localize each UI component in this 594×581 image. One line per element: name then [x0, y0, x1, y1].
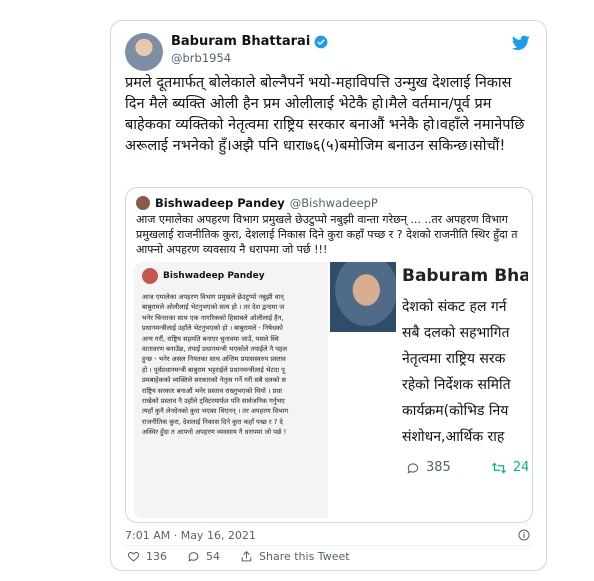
quoted-author-handle: @BishwadeepP	[289, 196, 378, 210]
image-left-line: प्रधानमन्त्रीलाई उहाँले भेटनुभएको हो । ब…	[142, 324, 283, 333]
tweet-timestamp[interactable]: 7:01 AM · May 16, 2021	[125, 529, 256, 542]
quoted-author-name: Bishwadeep Pandey	[155, 196, 285, 210]
divider	[125, 545, 532, 546]
reply-button[interactable]: 54	[187, 550, 220, 563]
image-left-line: अन्य गरौं, राष्ट्रिय सहमति बनाएर चुनावमा…	[142, 334, 279, 343]
image-left-line: त्यहाँ कुनै लेनदेनको कुरा भएका थिएनन् । …	[142, 407, 289, 416]
image-left-header: Bishwadeep Pandey	[142, 268, 265, 284]
verified-badge-icon	[314, 35, 328, 48]
like-count: 136	[146, 550, 167, 563]
quoted-avatar	[136, 196, 150, 210]
author-avatar[interactable]	[125, 33, 163, 71]
image-left-line: राजनीतिक कुरा, देशलाई निकास दिने कुरा कह…	[142, 417, 283, 426]
image-right-line: रहेको निर्देशक समिति	[402, 377, 511, 393]
reply-icon	[407, 462, 419, 474]
image-left-avatar	[142, 268, 158, 284]
quoted-header: Bishwadeep Pandey @BishwadeepP	[136, 196, 378, 210]
image-left-line: बाबुरामले ओलीलाई भेटनुभएको सत्य हो । तर …	[142, 303, 285, 312]
quoted-image-right[interactable]: Baburam Bhatta देशको संकट हल गर्न सबै दल…	[330, 262, 528, 518]
share-icon	[241, 551, 252, 562]
author-name-row: Baburam Bhattarai	[171, 33, 328, 50]
quoted-text: आज एमालेका अपहरण विभाग प्रमुखले छेउटुप्प…	[136, 213, 518, 256]
author-handle[interactable]: @brb1954	[171, 50, 328, 66]
image-left-line: राखेको प्रस्ताव नै उहाँले ट्विटरमार्फत प…	[142, 397, 285, 406]
author-name[interactable]: Baburam Bhattarai	[171, 33, 310, 50]
image-left-body: आज एमालेका अपहरण विभाग प्रमुखले छेउटुप्प…	[142, 292, 322, 438]
share-label: Share this Tweet	[259, 550, 350, 563]
author-block: Baburam Bhattarai @brb1954	[171, 33, 328, 66]
image-left-line: भनेर चिन्ताका साथ एक नागरिकको हिसाबले ओल…	[142, 313, 284, 322]
image-right-replies-count: 385	[426, 460, 451, 475]
tweet-text: प्रमले दूतमार्फत् बोलेकाले बोल्नैपर्ने भ…	[125, 75, 525, 154]
image-right-photo	[330, 262, 396, 332]
image-right-line: संशोधन,आर्थिक राह	[402, 429, 505, 445]
image-right-name: Baburam Bhatta	[402, 266, 528, 286]
image-right-retweets: 24	[491, 460, 528, 475]
twitter-bird-icon[interactable]	[512, 35, 530, 51]
image-left-name: Bishwadeep Pandey	[163, 271, 265, 281]
reply-count: 54	[206, 550, 220, 563]
quoted-tweet[interactable]: Bishwadeep Pandey @BishwadeepP आज एमालेक…	[125, 187, 533, 523]
image-left-line: हो । पूर्वप्रधानमन्त्री बाबुराम भट्टराईल…	[142, 365, 285, 374]
image-left-line: राष्ट्रिय सरकार बनाऔं भनेर प्रस्ताव राख्…	[142, 386, 282, 395]
reply-icon	[188, 552, 199, 562]
image-left-line: हुन्छ - भनेर असल नियतका साथ अन्तिम प्रया…	[142, 355, 286, 364]
image-right-line: नेतृत्वमा राष्ट्रिय सरक	[402, 351, 506, 367]
image-right-body: देशको संकट हल गर्न सबै दलको सहभागित नेतृ…	[402, 294, 528, 450]
image-left-line: आज एमालेका अपहरण विभाग प्रमुखले छेउटुप्प…	[142, 293, 284, 301]
quoted-image-left[interactable]: Bishwadeep Pandey आज एमालेका अपहरण विभाग…	[134, 262, 328, 518]
image-left-line: प्रमबाहेकको व्यक्तिले सरकारको नेतृत्व गर…	[142, 376, 286, 385]
info-icon[interactable]	[518, 529, 530, 541]
image-right-line: देशको संकट हल गर्न	[402, 299, 507, 315]
image-right-retweets-count: 24	[512, 460, 528, 475]
image-right-line: कार्यक्रम(कोभिड निय	[402, 403, 509, 419]
tweet-actions: 136 54 Share this Tweet	[127, 550, 350, 563]
image-left-line: अस्थिर हुँदा त आफ्नो अपहरण व्यवसाय नै धर…	[142, 428, 287, 437]
image-right-line: सबै दलको सहभागित	[402, 325, 510, 341]
heart-icon	[127, 551, 140, 562]
like-button[interactable]: 136	[127, 550, 167, 563]
tweet-card: Baburam Bhattarai @brb1954 प्रमले दूतमार…	[110, 20, 547, 571]
image-left-line: वातावरण बनाउँछ, तपाईं प्रधानमन्त्री भएको…	[142, 345, 287, 354]
image-right-replies: 385	[406, 460, 451, 475]
image-right-stats: 385 24	[406, 460, 528, 475]
share-button[interactable]: Share this Tweet	[240, 550, 350, 563]
retweet-icon	[491, 462, 506, 473]
